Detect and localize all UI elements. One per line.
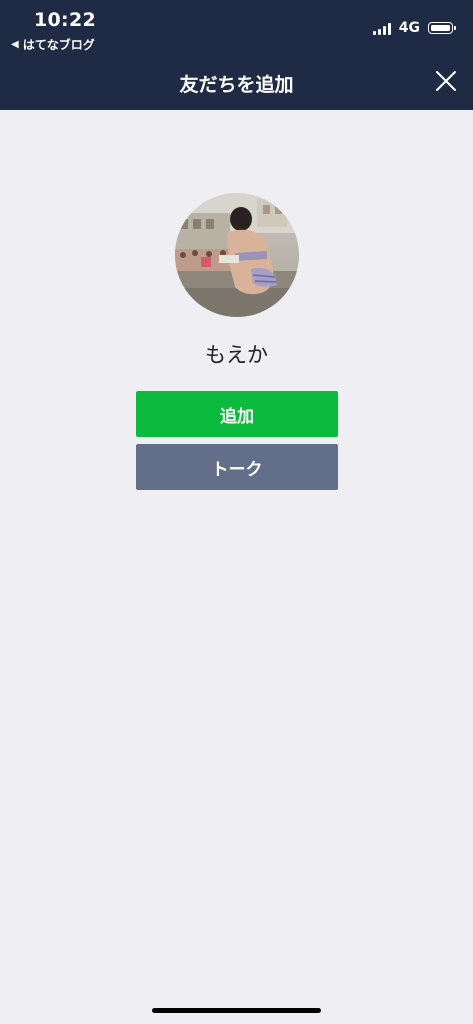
top-bar: 10:22 ◀ はてなブログ 4G 友だちを追加 [0, 0, 473, 110]
talk-button[interactable]: トーク [136, 444, 338, 490]
status-time: 10:22 [34, 9, 96, 31]
avatar[interactable] [175, 193, 299, 317]
back-triangle-icon: ◀ [11, 39, 19, 50]
back-to-app-link[interactable]: ◀ はてなブログ [11, 36, 95, 53]
close-icon [436, 71, 456, 91]
close-button[interactable] [433, 68, 459, 94]
profile-name: もえか [205, 343, 268, 367]
cellular-signal-icon [372, 22, 391, 35]
profile-photo [175, 193, 299, 317]
page-title: 友だちを追加 [179, 74, 294, 96]
battery-icon [428, 22, 456, 34]
status-indicators: 4G [372, 20, 456, 36]
add-friend-button[interactable]: 追加 [136, 391, 338, 437]
back-app-label: はてなブログ [22, 38, 95, 52]
network-type: 4G [398, 20, 420, 36]
home-indicator[interactable] [152, 1008, 321, 1013]
